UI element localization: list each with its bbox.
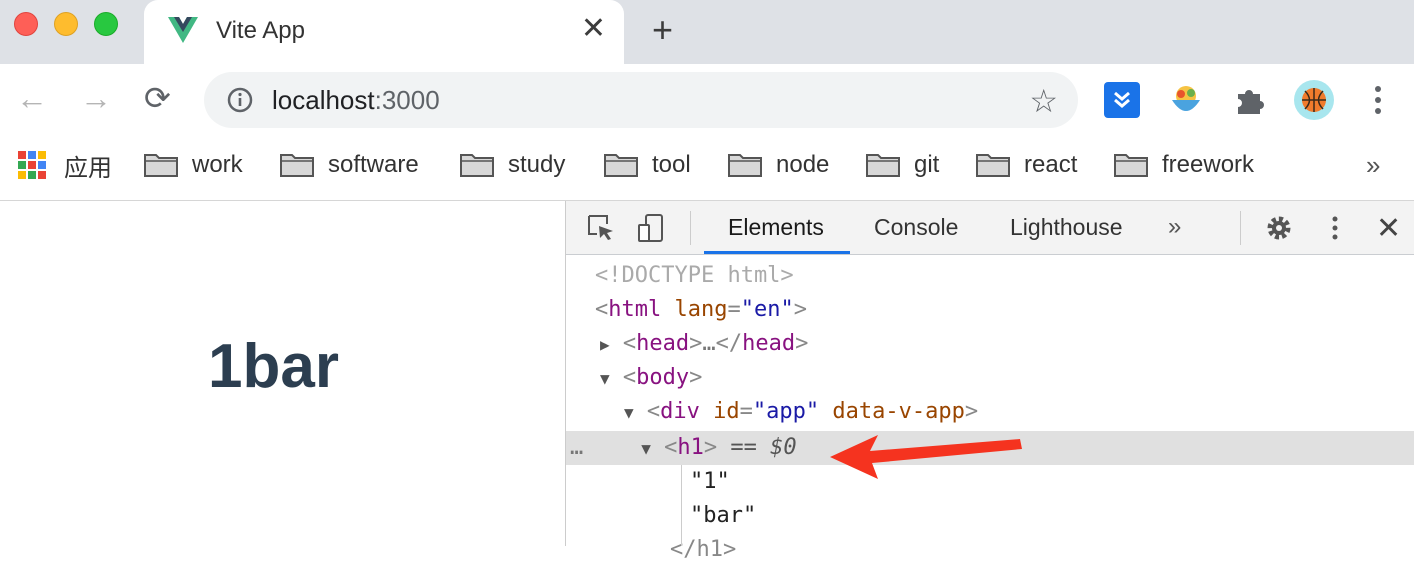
bookmarks-overflow-button[interactable]: » (1366, 150, 1380, 181)
folder-icon (280, 154, 314, 177)
maximize-window-button[interactable] (94, 12, 118, 36)
inspect-element-icon[interactable] (586, 213, 616, 243)
devtools-close-icon[interactable]: ✕ (1376, 211, 1401, 246)
page-heading: 1bar (208, 332, 339, 401)
bookmark-label: work (192, 151, 243, 178)
back-button[interactable]: ← (16, 82, 48, 114)
bookmark-label: study (508, 151, 566, 178)
extension-download-icon[interactable] (1104, 82, 1140, 118)
more-options-icon[interactable] (1368, 82, 1388, 118)
bookmark-apps[interactable]: 应用 (18, 150, 112, 182)
bookmark-folder-node[interactable]: node (728, 150, 829, 180)
dom-node-div-app[interactable]: ▼ <div id="app" data-v-app> (566, 395, 1414, 429)
address-bar[interactable]: localhost:3000 ☆ (204, 72, 1078, 128)
folder-icon (460, 154, 494, 177)
tab-strip: Vite App ✕ + (0, 0, 1414, 64)
folder-icon (604, 154, 638, 177)
collapse-arrow-icon: ▼ (641, 439, 651, 458)
bookmarks-bar: 应用 work software study tool node git rea… (0, 136, 1414, 201)
annotation-arrow-icon (830, 435, 1022, 479)
bookmark-folder-software[interactable]: software (280, 150, 419, 180)
profile-avatar[interactable] (1294, 80, 1334, 120)
bookmark-folder-tool[interactable]: tool (604, 150, 691, 180)
bookmark-folder-react[interactable]: react (976, 150, 1077, 180)
dom-node-body[interactable]: ▼ <body> (566, 361, 1414, 395)
extensions-puzzle-icon[interactable] (1232, 82, 1268, 118)
bookmark-label: tool (652, 151, 691, 178)
bookmark-label: 应用 (64, 154, 112, 182)
devtools-toolbar: Elements Console Lighthouse » ✕ (566, 201, 1414, 255)
collapse-arrow-icon: ▼ (600, 369, 610, 388)
folder-icon (976, 154, 1010, 177)
expand-arrow-icon: ▶ (600, 335, 610, 354)
active-tab-indicator (704, 251, 850, 254)
minimize-window-button[interactable] (54, 12, 78, 36)
vue-logo-icon (168, 17, 198, 43)
bookmark-label: software (328, 151, 419, 178)
bookmark-folder-freework[interactable]: freework (1114, 150, 1254, 180)
bookmark-label: node (776, 151, 830, 178)
dom-node-h1-close[interactable]: </h1> (566, 533, 1414, 567)
collapse-arrow-icon: ▼ (624, 403, 634, 422)
reload-button[interactable]: ⟳ (144, 82, 171, 114)
bookmark-folder-git[interactable]: git (866, 150, 939, 180)
dom-node-doctype[interactable]: <!DOCTYPE html> (566, 259, 1414, 293)
toolbar-divider (690, 211, 691, 245)
folder-icon (728, 154, 762, 177)
settings-gear-icon[interactable] (1264, 213, 1294, 243)
devtools-panel: Elements Console Lighthouse » ✕ <!DOCTYP… (565, 201, 1414, 562)
bookmark-folder-work[interactable]: work (144, 150, 243, 180)
gutter-menu-icon: … (570, 435, 584, 460)
tab-lighthouse[interactable]: Lighthouse (1010, 214, 1123, 241)
page-viewport: 1bar (0, 201, 565, 546)
bookmark-label: git (914, 151, 940, 178)
dom-node-head[interactable]: ▶ <head>…</head> (566, 327, 1414, 361)
more-tabs-button[interactable]: » (1168, 213, 1181, 241)
bookmark-label: freework (1162, 151, 1255, 178)
tab-console[interactable]: Console (874, 214, 958, 241)
device-toolbar-icon[interactable] (636, 213, 666, 243)
browser-toolbar: ← → ⟳ localhost:3000 ☆ (0, 64, 1414, 136)
info-icon[interactable] (226, 86, 254, 114)
browser-tab[interactable]: Vite App ✕ (144, 0, 624, 64)
tab-close-icon[interactable]: ✕ (581, 14, 606, 44)
folder-icon (1114, 154, 1148, 177)
close-window-button[interactable] (14, 12, 38, 36)
new-tab-button[interactable]: + (652, 12, 673, 48)
toolbar-divider (1240, 211, 1241, 245)
extension-bowl-icon[interactable] (1168, 82, 1204, 118)
tab-elements[interactable]: Elements (728, 214, 824, 241)
dom-node-html[interactable]: <html lang="en"> (566, 293, 1414, 327)
folder-icon (144, 154, 178, 177)
forward-button[interactable]: → (80, 82, 112, 114)
url-text: localhost:3000 (272, 85, 440, 115)
bookmark-folder-study[interactable]: study (460, 150, 565, 180)
bookmark-star-icon[interactable]: ☆ (1029, 82, 1058, 120)
folder-icon (866, 154, 900, 177)
indent-guide (681, 465, 682, 546)
dom-text-node[interactable]: "bar" (566, 499, 1414, 533)
bookmark-label: react (1024, 151, 1078, 178)
devtools-menu-icon[interactable] (1320, 213, 1350, 243)
elements-tree: <!DOCTYPE html> <html lang="en"> ▶ <head… (566, 255, 1414, 562)
tab-title: Vite App (216, 17, 305, 44)
apps-grid-icon (18, 151, 46, 179)
